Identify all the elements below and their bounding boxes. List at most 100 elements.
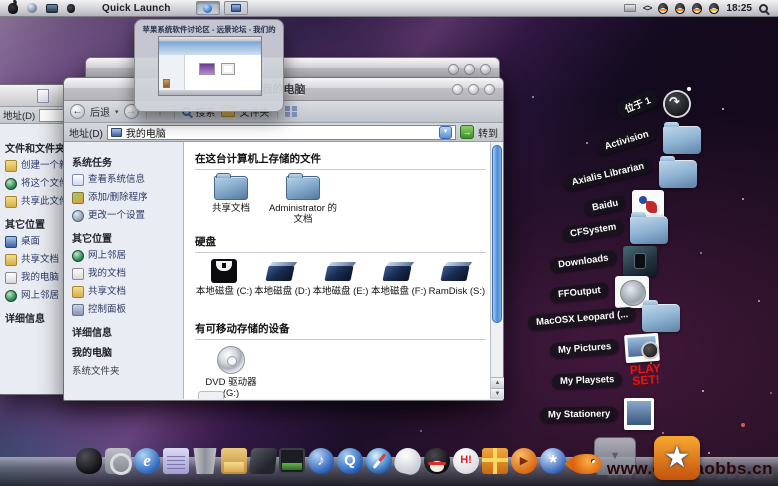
address-dropdown-button[interactable]: ▼	[439, 126, 452, 139]
trash-icon[interactable]	[192, 448, 218, 474]
place-network[interactable]: 网上邻居	[72, 250, 183, 262]
qq-tray-icon-3[interactable]	[692, 3, 702, 14]
stamp-icon[interactable]	[624, 398, 654, 430]
drive-e[interactable]: 本地磁盘 (E:)	[311, 259, 369, 297]
menu-bar: Quick Launch <> 18:25	[0, 0, 778, 17]
desktop-item-cfsystem[interactable]: CFSystem	[562, 216, 668, 244]
place-control-panel[interactable]: 控制面板	[72, 304, 183, 316]
qq-tray-icon-1[interactable]	[658, 3, 668, 14]
folder-icon[interactable]	[659, 160, 697, 188]
address-combobox[interactable]: 我的电脑 ▼	[107, 125, 456, 140]
internet-explorer-icon[interactable]: e	[134, 448, 160, 474]
gift-box-icon[interactable]	[482, 448, 508, 474]
drive-s[interactable]: RamDisk (S:)	[428, 259, 486, 297]
printer-tray-icon[interactable]	[624, 4, 636, 12]
menu-clock: 18:25	[726, 3, 752, 14]
task-item-change-setting[interactable]: 更改一个设置	[72, 210, 183, 222]
star-app-icon[interactable]: ★	[654, 436, 700, 480]
playset-text-icon[interactable]: PLAY SET!	[627, 363, 665, 397]
globe-icon	[203, 4, 212, 13]
apple-small-icon[interactable]	[67, 4, 75, 13]
video-clip-icon[interactable]	[279, 448, 305, 474]
white-shark-icon[interactable]	[392, 445, 424, 477]
window-button-1[interactable]	[448, 64, 459, 75]
spotlight-search-icon[interactable]	[759, 4, 768, 13]
taskbar-preview-popup[interactable]: 苹果系统软件讨论区 - 远景论坛 - 我们的	[134, 19, 284, 112]
folder-icon[interactable]	[642, 304, 680, 332]
window-button-2[interactable]	[464, 64, 475, 75]
system-gear-icon[interactable]	[105, 448, 131, 474]
media-player-icon[interactable]: ▶	[511, 448, 537, 474]
views-icon[interactable]	[285, 106, 297, 117]
qq-tray-icon-4[interactable]	[709, 3, 719, 14]
code-brackets-icon[interactable]: <>	[643, 3, 652, 13]
apple-menu-icon[interactable]	[8, 3, 18, 14]
qq-penguin-icon[interactable]	[424, 448, 450, 474]
desktop-item-downloads[interactable]: Downloads	[550, 246, 657, 276]
my-computer-window[interactable]: 我的电脑 ← 后退 ▾ → ↑ 搜索 文件夹 地址(D) 我的电脑 ▼ → 转到	[63, 77, 504, 401]
shared-documents-icon	[72, 286, 84, 298]
task-item-system-info[interactable]: 查看系统信息	[72, 174, 183, 186]
package-box-icon[interactable]	[221, 448, 247, 474]
control-panel-icon	[72, 304, 84, 316]
notes-icon[interactable]	[163, 448, 189, 474]
scroll-down-arrow[interactable]: ▼	[491, 388, 504, 399]
browser-thumbnail[interactable]	[158, 36, 262, 96]
taskbar-button-computer[interactable]	[224, 1, 248, 15]
sphere-icon[interactable]	[27, 3, 37, 13]
drive-f[interactable]: 本地磁盘 (F:)	[370, 259, 428, 297]
back-dropdown-caret[interactable]: ▾	[115, 108, 119, 116]
desktop-item-macosx-leopard[interactable]: MacOSX Leopard (...	[528, 304, 680, 332]
details-header: 详细信息	[72, 324, 183, 339]
hi-messenger-icon[interactable]: H!	[453, 448, 479, 474]
close-button[interactable]	[484, 84, 495, 95]
desktop-item-my-stationery[interactable]: My Stationery	[540, 398, 654, 430]
desktop-item-axialis[interactable]: Axialis Librarian	[563, 160, 697, 188]
minimize-button[interactable]	[452, 84, 463, 95]
maximize-button[interactable]	[468, 84, 479, 95]
file-item-shared-docs[interactable]: 共享文档	[195, 176, 267, 214]
black-pouch-icon[interactable]	[249, 448, 278, 474]
qq-tray-icon-2[interactable]	[675, 3, 685, 14]
display-icon[interactable]	[46, 4, 58, 13]
section-header-files: 在这台计算机上存储的文件	[195, 151, 486, 166]
finder-apple-icon[interactable]	[76, 448, 102, 474]
place-shared-documents[interactable]: 共享文档	[72, 286, 183, 298]
fan-collapse-icon[interactable]	[665, 92, 689, 116]
taskbar-button-browser[interactable]	[196, 1, 220, 15]
scroll-up-arrow[interactable]: ▲	[491, 377, 504, 388]
my-computer-place-icon	[5, 272, 17, 284]
desktop-item-fan[interactable]: 位于 1	[616, 92, 689, 116]
drive-c[interactable]: 本地磁盘 (C:)	[195, 259, 253, 297]
desktop-item-activision[interactable]: Activision	[596, 126, 701, 154]
drive-d[interactable]: 本地磁盘 (D:)	[253, 259, 311, 297]
folder-icon[interactable]	[630, 216, 668, 244]
address-label: 地址(D)	[69, 125, 103, 140]
disk-icon	[266, 259, 298, 283]
go-label[interactable]: 转到	[478, 125, 498, 140]
desktop-item-label: My Pictures	[550, 338, 620, 358]
scrollbar-thumb[interactable]	[492, 145, 502, 323]
desktop-item-my-playsets[interactable]: My Playsets PLAY SET!	[552, 364, 664, 396]
goldfish-icon[interactable]	[569, 454, 601, 474]
window-button-3[interactable]	[480, 64, 491, 75]
file-item-admin-docs[interactable]: Administrator 的文档	[267, 176, 339, 225]
go-button[interactable]: →	[460, 125, 474, 139]
folder-icon[interactable]	[663, 126, 701, 154]
photo-stack-icon[interactable]	[624, 333, 660, 363]
disk-icon	[441, 259, 473, 283]
task-item-add-remove[interactable]: 添加/删除程序	[72, 192, 183, 204]
back-button[interactable]: ←	[70, 104, 85, 119]
snowflake-ball-icon[interactable]: *	[540, 448, 566, 474]
dark-folder-icon[interactable]	[623, 246, 657, 276]
desktop-place-icon	[5, 236, 17, 248]
quicktime-icon[interactable]: Q	[337, 448, 363, 474]
desktop-item-my-pictures[interactable]: My Pictures	[550, 334, 659, 362]
place-my-documents[interactable]: 我的文档	[72, 268, 183, 280]
desktop-item-label: CFSystem	[561, 218, 625, 243]
page-icon	[37, 89, 49, 103]
desktop-item-label: Baidu	[583, 194, 627, 217]
itunes-icon[interactable]: ♪	[308, 448, 334, 474]
safari-icon[interactable]	[366, 448, 392, 474]
vertical-scrollbar[interactable]: ▲ ▼	[490, 142, 503, 399]
